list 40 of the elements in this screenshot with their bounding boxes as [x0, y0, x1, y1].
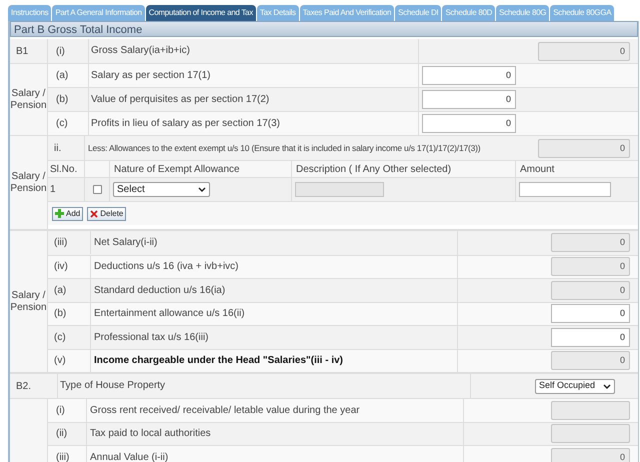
row-number: (b)	[53, 307, 68, 322]
row-number: (iii)	[55, 450, 70, 462]
number-field[interactable]: 0	[551, 328, 630, 347]
row-number: (ii)	[55, 427, 68, 442]
row-code: B2.	[15, 380, 32, 394]
group-label-cell: Salary / Pension	[10, 136, 48, 229]
row-number: (i)	[55, 404, 66, 418]
property-type-dropdown[interactable]: Self Occupied	[535, 378, 615, 394]
section-header: Part B Gross Total Income	[10, 21, 638, 37]
row-number: 1	[49, 183, 57, 197]
number-field[interactable]: 0	[538, 138, 630, 158]
row-number: (iii)	[53, 236, 68, 250]
cross-icon	[90, 210, 98, 218]
row-code-cell: B1	[10, 39, 48, 63]
group-label-cell: Salary / Pension	[10, 231, 48, 372]
number-field[interactable]: 0	[551, 304, 630, 324]
row-number: (a)	[55, 69, 70, 83]
row-number: (c)	[55, 117, 69, 131]
row-number: (v)	[53, 354, 67, 368]
delete-button[interactable]: Delete	[87, 206, 126, 220]
row-number: (iv)	[53, 260, 69, 274]
row-number: (a)	[53, 284, 68, 298]
chevron-down-icon	[198, 187, 206, 192]
row-label: Annual Value (i-ii)	[86, 446, 463, 462]
plus-icon	[55, 209, 64, 218]
row-number: (b)	[55, 93, 70, 107]
checkbox[interactable]	[92, 185, 102, 194]
description-field[interactable]	[295, 182, 384, 197]
amount-field[interactable]	[519, 182, 611, 197]
allowance-dropdown[interactable]: Select	[113, 182, 210, 197]
row-label: Income chargeable under the Head "Salaries"(iii - iv)	[90, 349, 457, 372]
row-number: (i)	[55, 44, 66, 58]
tab[interactable]: Computation of Income and Tax	[146, 5, 256, 21]
row-number: (c)	[53, 330, 67, 345]
row-number: ii.	[53, 142, 62, 156]
group-label-cell: Salary / Pension	[10, 63, 48, 135]
add-button[interactable]: Add	[52, 206, 84, 220]
column-header: Sl.No.	[49, 162, 78, 176]
chevron-down-icon	[603, 384, 611, 388]
row-label: Net Salary(i-ii)	[90, 231, 457, 254]
